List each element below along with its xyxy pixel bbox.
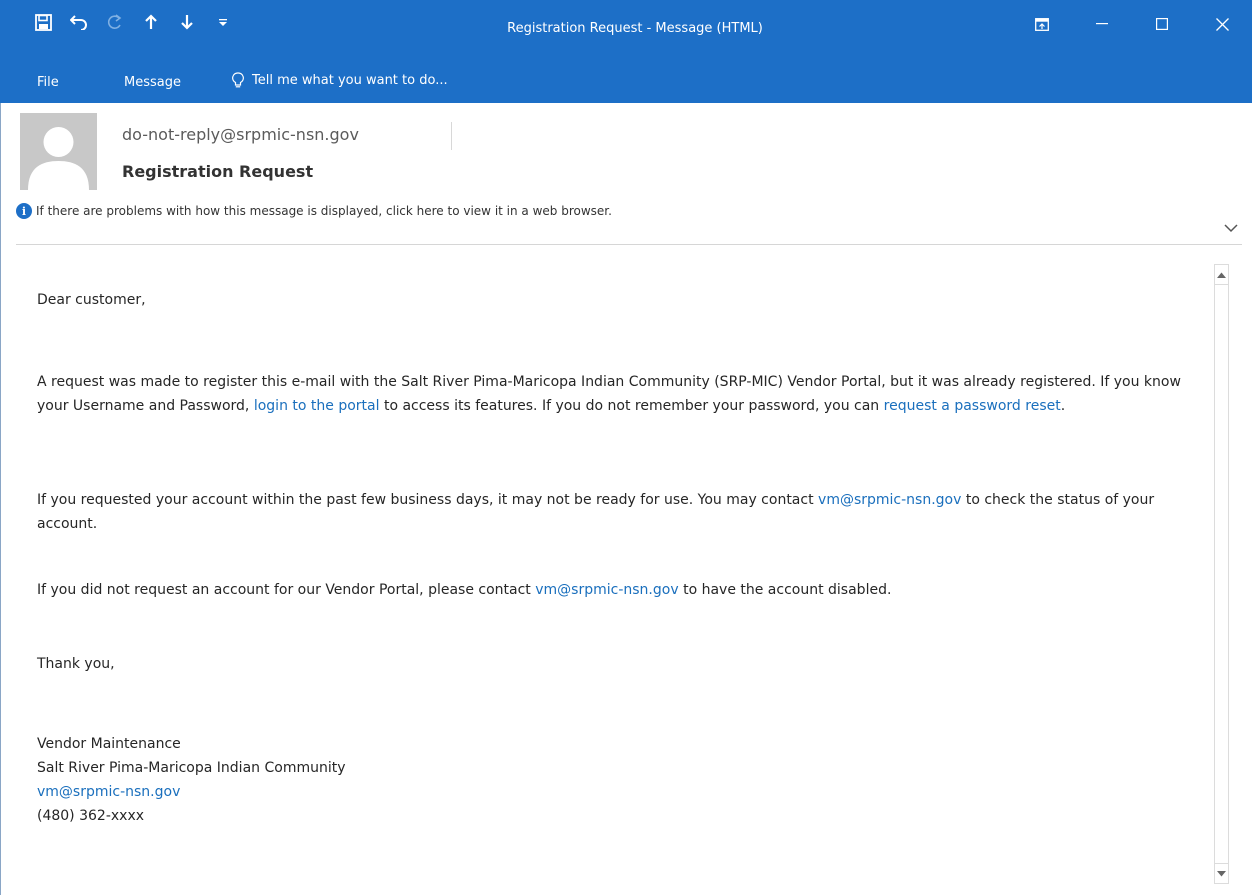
maximize-icon[interactable] xyxy=(1132,0,1192,48)
scrollbar-track[interactable] xyxy=(1215,286,1228,862)
tell-me-search[interactable]: Tell me what you want to do... xyxy=(232,72,448,89)
signature: Vendor Maintenance Salt River Pima-Maric… xyxy=(37,732,346,828)
greeting: Dear customer, xyxy=(37,292,146,308)
title-bar: Registration Request - Message (HTML) xyxy=(0,0,1252,62)
lightbulb-icon xyxy=(232,72,244,88)
redo-icon[interactable] xyxy=(106,12,124,32)
previous-item-icon[interactable] xyxy=(142,12,160,32)
expand-header-icon[interactable] xyxy=(1224,218,1238,233)
signature-phone: (480) 362-xxxx xyxy=(37,808,145,824)
window-controls xyxy=(1012,0,1252,52)
sender-address[interactable]: do-not-reply@srpmic-nsn.gov xyxy=(122,125,359,144)
info-icon: i xyxy=(16,203,32,219)
next-item-icon[interactable] xyxy=(178,12,196,32)
signature-name: Vendor Maintenance xyxy=(37,736,181,752)
email-link-disable[interactable]: vm@srpmic-nsn.gov xyxy=(535,582,678,598)
avatar[interactable] xyxy=(20,113,97,190)
closing: Thank you, xyxy=(37,656,115,672)
minimize-icon[interactable] xyxy=(1072,0,1132,48)
p1-text-b: to access its features. If you do not re… xyxy=(379,398,884,414)
password-reset-link[interactable]: request a password reset xyxy=(884,398,1061,414)
scroll-up-icon[interactable] xyxy=(1215,265,1228,285)
ribbon-display-options-icon[interactable] xyxy=(1012,0,1072,48)
window-title-text: Registration Request - Message (HTML) xyxy=(507,21,763,36)
info-bar[interactable]: i If there are problems with how this me… xyxy=(16,203,612,219)
p3-text-a: If you did not request an account for ou… xyxy=(37,582,536,598)
message-subject: Registration Request xyxy=(122,162,314,181)
p2-text-a: If you requested your account within the… xyxy=(37,492,819,508)
tell-me-label: Tell me what you want to do... xyxy=(252,73,448,88)
quick-access-toolbar xyxy=(34,11,250,33)
login-link[interactable]: login to the portal xyxy=(254,398,380,414)
undo-icon[interactable] xyxy=(70,12,88,32)
window-border xyxy=(0,103,1,895)
info-bar-text: If there are problems with how this mess… xyxy=(36,204,612,218)
person-icon xyxy=(20,113,97,190)
sender-divider xyxy=(451,122,452,150)
p3-text-b: to have the account disabled. xyxy=(678,582,892,598)
paragraph-already-registered: A request was made to register this e-ma… xyxy=(37,370,1202,418)
close-icon[interactable] xyxy=(1192,0,1252,48)
paragraph-disable-account: If you did not request an account for ou… xyxy=(37,578,1202,602)
signature-org: Salt River Pima-Maricopa Indian Communit… xyxy=(37,760,346,776)
paragraph-account-status: If you requested your account within the… xyxy=(37,488,1202,536)
vertical-scrollbar[interactable] xyxy=(1214,264,1229,884)
header-divider xyxy=(16,244,1242,245)
tab-message[interactable]: Message xyxy=(124,75,181,90)
save-icon[interactable] xyxy=(34,12,52,32)
signature-email-link[interactable]: vm@srpmic-nsn.gov xyxy=(37,784,180,800)
ribbon-tabs: File Message Tell me what you want to do… xyxy=(0,62,1252,103)
tab-file[interactable]: File xyxy=(37,75,59,90)
customize-toolbar-icon[interactable] xyxy=(214,12,232,32)
scroll-down-icon[interactable] xyxy=(1215,863,1228,883)
p1-text-c: . xyxy=(1060,398,1066,414)
email-link-status[interactable]: vm@srpmic-nsn.gov xyxy=(818,492,961,508)
